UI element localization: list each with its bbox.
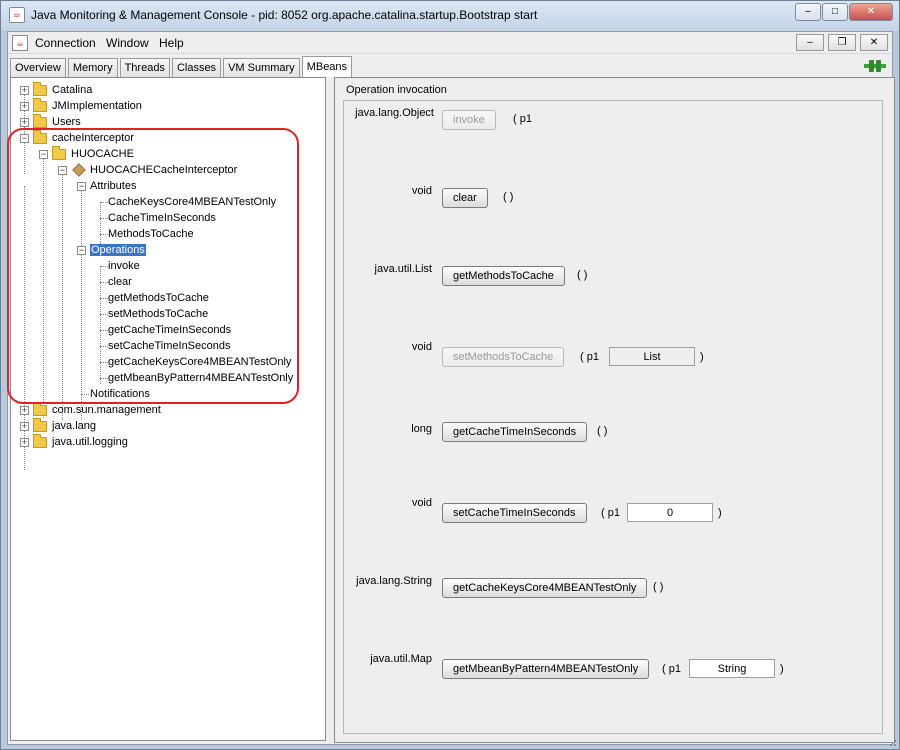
folder-icon	[33, 402, 47, 416]
param-open: ( p1	[662, 663, 681, 675]
expand-toggle[interactable]: +	[20, 118, 29, 127]
resize-grip-icon[interactable]	[887, 737, 897, 747]
tab-memory[interactable]: Memory	[67, 58, 118, 77]
expand-toggle[interactable]: +	[20, 86, 29, 95]
get-cache-keys-button[interactable]: getCacheKeysCore4MBEANTestOnly	[442, 578, 648, 598]
return-type: java.lang.Object	[355, 107, 434, 119]
return-type: void	[411, 497, 432, 509]
tab-threads[interactable]: Threads	[119, 58, 170, 77]
folder-icon	[33, 418, 47, 432]
menu-bar: ☕ Connection Window Help – ❐ ✕	[8, 32, 892, 54]
tab-vm-summary[interactable]: VM Summary	[223, 58, 300, 77]
get-methods-to-cache-button[interactable]: getMethodsToCache	[442, 266, 565, 286]
folder-icon	[33, 114, 47, 128]
group-title: Operation invocation	[346, 84, 447, 96]
param-open: ( )	[503, 191, 514, 203]
java-app-icon: ☕	[9, 7, 25, 23]
folder-icon	[33, 434, 47, 448]
param-open: ( )	[577, 269, 588, 281]
get-mbean-by-pattern-param-input[interactable]	[689, 659, 775, 678]
tree-node-jmimplementation[interactable]: JMImplementation	[52, 98, 142, 114]
param-open: ( p1	[580, 351, 599, 363]
get-mbean-by-pattern-button[interactable]: getMbeanByPattern4MBEANTestOnly	[442, 659, 650, 679]
highlight-annotation	[7, 128, 299, 404]
java-menu-icon[interactable]: ☕	[12, 35, 28, 51]
title-bar[interactable]: ☕ Java Monitoring & Management Console -…	[1, 1, 899, 31]
minimize-button[interactable]: –	[795, 3, 821, 21]
internal-frame-controls: – ❐ ✕	[792, 34, 888, 51]
param-open: ( )	[653, 581, 664, 593]
set-methods-to-cache-param-input[interactable]	[609, 347, 695, 366]
return-type: java.lang.String	[356, 575, 432, 587]
maximize-button[interactable]: □	[822, 3, 848, 21]
close-button[interactable]: ✕	[849, 3, 893, 21]
param-open: ( )	[597, 425, 608, 437]
tab-strip: Overview Memory Threads Classes VM Summa…	[10, 56, 354, 77]
operation-invocation-panel: Operation invocation java.lang.Object in…	[334, 77, 895, 743]
application-window: ☕ Java Monitoring & Management Console -…	[0, 0, 900, 750]
invoke-button[interactable]: invoke	[442, 110, 496, 130]
return-type: java.util.Map	[370, 653, 432, 665]
tree-node-java-util-logging[interactable]: java.util.logging	[52, 434, 128, 450]
tab-overview[interactable]: Overview	[10, 58, 66, 77]
return-type: long	[411, 423, 432, 435]
set-cache-time-param-input[interactable]	[627, 503, 713, 522]
tree-node-com-sun-management[interactable]: com.sun.management	[52, 402, 161, 418]
window-controls: – □ ✕	[794, 3, 893, 21]
window-title: Java Monitoring & Management Console - p…	[31, 8, 538, 22]
folder-icon	[33, 82, 47, 96]
param-close: )	[700, 351, 704, 363]
param-open: ( p1	[513, 113, 532, 125]
tab-mbeans[interactable]: MBeans	[301, 56, 353, 77]
return-type: java.util.List	[374, 263, 432, 275]
inner-restore-button[interactable]: ❐	[828, 34, 856, 51]
tab-classes[interactable]: Classes	[171, 58, 222, 77]
get-cache-time-button[interactable]: getCacheTimeInSeconds	[442, 422, 588, 442]
expand-toggle[interactable]: +	[20, 406, 29, 415]
param-close: )	[718, 507, 722, 519]
connection-status-icon[interactable]	[864, 59, 886, 73]
inner-close-button[interactable]: ✕	[860, 34, 888, 51]
param-open: ( p1	[601, 507, 620, 519]
param-close: )	[780, 663, 784, 675]
expand-toggle[interactable]: +	[20, 102, 29, 111]
operation-group-box: java.lang.Object invoke ( p1 void clear …	[343, 100, 883, 734]
inner-minimize-button[interactable]: –	[796, 34, 824, 51]
tree-node-catalina[interactable]: Catalina	[52, 82, 92, 98]
menu-connection[interactable]: Connection	[35, 36, 96, 50]
clear-button[interactable]: clear	[442, 188, 488, 208]
return-type: void	[411, 185, 432, 197]
set-cache-time-button[interactable]: setCacheTimeInSeconds	[442, 503, 587, 523]
menu-window[interactable]: Window	[106, 36, 149, 50]
tree-node-java-lang[interactable]: java.lang	[52, 418, 96, 434]
folder-icon	[33, 98, 47, 112]
expand-toggle[interactable]: +	[20, 438, 29, 447]
set-methods-to-cache-button[interactable]: setMethodsToCache	[442, 347, 565, 367]
expand-toggle[interactable]: +	[20, 422, 29, 431]
menu-help[interactable]: Help	[159, 36, 184, 50]
return-type: void	[411, 341, 432, 353]
